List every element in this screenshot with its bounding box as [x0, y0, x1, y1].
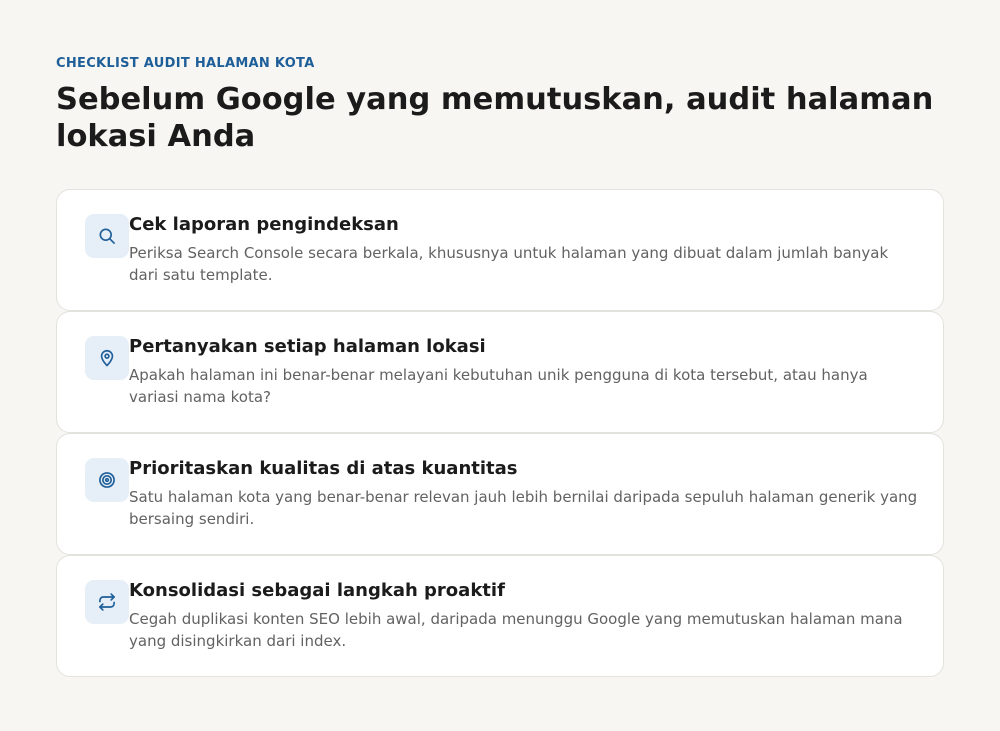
search-icon: [85, 214, 129, 258]
repeat-arrows-icon: [85, 580, 129, 624]
checklist-item-description: Cegah duplikasi konten SEO lebih awal, d…: [129, 610, 903, 650]
checklist: Cek laporan pengindeksan Periksa Search …: [56, 189, 944, 677]
checklist-item: Prioritaskan kualitas di atas kuantitas …: [56, 433, 944, 555]
checklist-item-description: Satu halaman kota yang benar-benar relev…: [129, 488, 918, 528]
checklist-item-title: Prioritaskan kualitas di atas kuantitas: [129, 458, 518, 479]
target-icon: [85, 458, 129, 502]
checklist-item-description: Apakah halaman ini benar-benar melayani …: [129, 366, 868, 406]
checklist-item: Pertanyakan setiap halaman lokasi Apakah…: [56, 311, 944, 433]
checklist-item: Cek laporan pengindeksan Periksa Search …: [56, 189, 944, 311]
checklist-item-title: Pertanyakan setiap halaman lokasi: [129, 336, 486, 357]
checklist-item: Konsolidasi sebagai langkah proaktif Ceg…: [56, 555, 944, 677]
checklist-item-title: Cek laporan pengindeksan: [129, 214, 399, 235]
checklist-item-title: Konsolidasi sebagai langkah proaktif: [129, 580, 505, 601]
checklist-item-description: Periksa Search Console secara berkala, k…: [129, 244, 889, 284]
map-pin-icon: [85, 336, 129, 380]
eyebrow-label: CHECKLIST AUDIT HALAMAN KOTA: [56, 56, 315, 71]
page-title: Sebelum Google yang memutuskan, audit ha…: [56, 82, 934, 154]
checklist-section: CHECKLIST AUDIT HALAMAN KOTA Sebelum Goo…: [56, 56, 944, 677]
